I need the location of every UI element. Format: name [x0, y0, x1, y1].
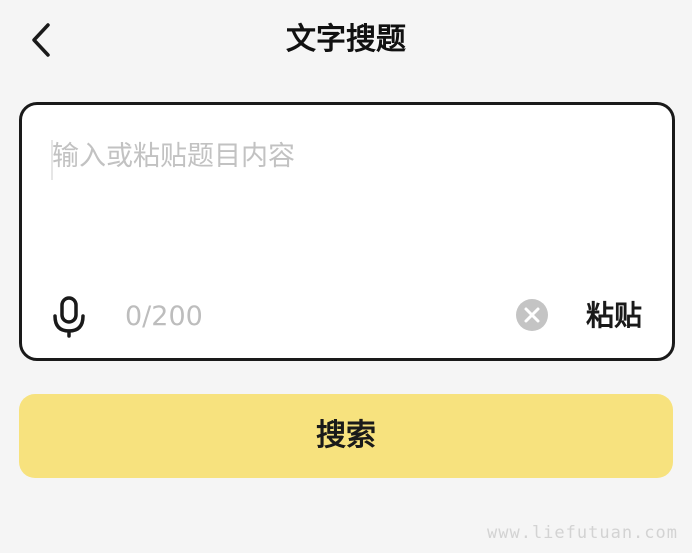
clear-circle-icon — [516, 299, 548, 331]
character-counter: 0/200 — [125, 301, 203, 332]
paste-button[interactable]: 粘贴 — [586, 297, 642, 335]
question-text-input[interactable] — [52, 135, 642, 285]
text-search-page: 文字搜题 0/200 粘贴 搜索 www.liefutuan.com — [0, 0, 692, 553]
search-button[interactable]: 搜索 — [19, 394, 673, 478]
watermark: www.liefutuan.com — [487, 523, 678, 543]
microphone-icon — [53, 296, 85, 338]
header: 文字搜题 — [0, 0, 692, 82]
clear-input-button[interactable] — [515, 298, 549, 332]
page-title: 文字搜题 — [286, 22, 406, 57]
voice-input-button[interactable] — [50, 295, 90, 339]
question-input-card: 0/200 粘贴 — [19, 102, 675, 361]
